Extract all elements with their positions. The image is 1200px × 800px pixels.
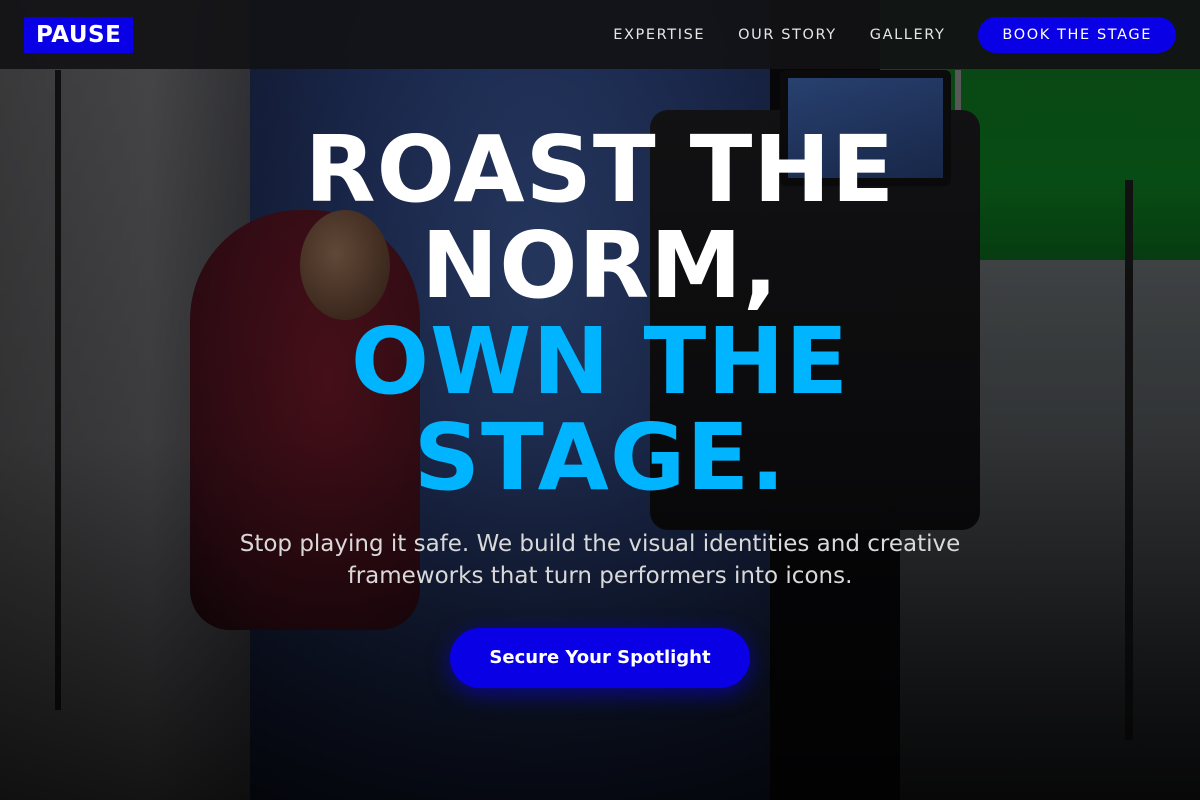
brand-logo[interactable]: PAUSE xyxy=(24,16,134,53)
top-navigation-bar: PAUSE EXPERTISE OUR STORY GALLERY BOOK T… xyxy=(0,0,1200,69)
book-the-stage-button[interactable]: BOOK THE STAGE xyxy=(978,16,1176,53)
headline-line-3-highlight: OWN THE xyxy=(350,308,850,415)
headline-line-1: ROAST THE xyxy=(304,116,896,223)
nav-link-expertise[interactable]: EXPERTISE xyxy=(613,27,705,43)
main-nav: EXPERTISE OUR STORY GALLERY BOOK THE STA… xyxy=(580,16,1176,53)
hero-headline: ROAST THE NORM, OWN THE STAGE. xyxy=(0,122,1200,506)
headline-line-4-highlight: STAGE. xyxy=(413,404,787,511)
hero-subtitle: Stop playing it safe. We build the visua… xyxy=(239,531,961,589)
secure-your-spotlight-button[interactable]: Secure Your Spotlight xyxy=(450,628,750,688)
hero-section: ROAST THE NORM, OWN THE STAGE. Stop play… xyxy=(0,69,1200,800)
nav-link-gallery[interactable]: GALLERY xyxy=(870,27,946,43)
nav-link-our-story[interactable]: OUR STORY xyxy=(738,27,837,43)
headline-line-2: NORM, xyxy=(421,212,779,319)
